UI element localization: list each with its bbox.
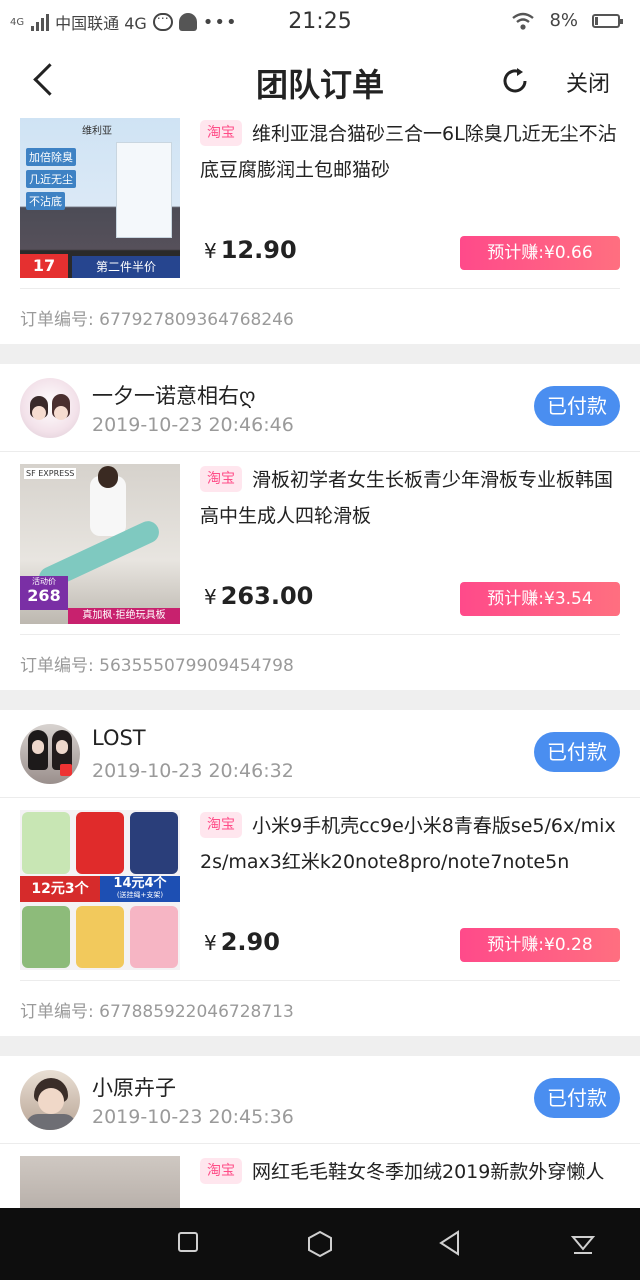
price-value: 2.90: [220, 928, 280, 956]
brand-text: 维利亚: [82, 126, 112, 137]
order-number: 订单编号: 563555079909454798: [20, 656, 294, 676]
avatar: [20, 724, 80, 784]
battery-percent: 8%: [549, 10, 578, 31]
buyer-name: 一夕一诺意相右ღ: [92, 384, 256, 408]
product-image: 维利亚 加倍除臭 几近无尘 不沾底 17 第二件半价: [20, 118, 180, 278]
buyer-row: 一夕一诺意相右ღ 2019-10-23 20:46:46 已付款: [0, 364, 640, 452]
feature-label: 几近无尘: [26, 170, 76, 188]
product-image: SF EXPRESS 活动价 268 真加枫·拒绝玩具板: [20, 464, 180, 624]
wifi-icon: [512, 12, 535, 30]
estimated-earnings-badge: 预计赚:¥0.66: [460, 236, 620, 270]
promo-banner: 第二件半价: [72, 256, 180, 278]
status-badge: 已付款: [534, 386, 620, 426]
promo-price: 17: [20, 254, 68, 278]
order-number-row: 订单编号: 677885922046728713: [20, 980, 620, 1036]
status-badge: 已付款: [534, 732, 620, 772]
promo-banner: 真加枫·拒绝玩具板: [68, 608, 180, 624]
buyer-name: LOST: [92, 726, 146, 750]
page-title: 团队订单: [255, 66, 384, 104]
order-time: 2019-10-23 20:45:36: [92, 1106, 294, 1128]
product-row[interactable]: 维利亚 加倍除臭 几近无尘 不沾底 17 第二件半价 淘宝 维利亚混合猫砂三合一…: [0, 118, 640, 288]
product-price: ¥263.00: [204, 582, 313, 610]
product-title: 维利亚混合猫砂三合一6L除臭几近无尘不沾底豆腐膨润土包邮猫砂: [200, 123, 617, 181]
buyer-row: 小原卉子 2019-10-23 20:45:36 已付款: [0, 1056, 640, 1144]
card-separator: [0, 690, 640, 710]
product-title: 滑板初学者女生长板青少年滑板专业板韩国高中生成人四轮滑板: [200, 469, 614, 527]
notification-pulldown-icon[interactable]: [570, 1230, 596, 1256]
currency-symbol: ¥: [204, 239, 217, 263]
navigation-bar: 团队订单 关闭: [0, 44, 640, 118]
estimated-earnings-badge: 预计赚:¥3.54: [460, 582, 620, 616]
product-image: [20, 1156, 180, 1208]
order-card[interactable]: 维利亚 加倍除臭 几近无尘 不沾底 17 第二件半价 淘宝 维利亚混合猫砂三合一…: [0, 118, 640, 344]
app-screen: 4G 中国联通 4G ••• 21:25 8% 团队订单 关闭: [0, 0, 640, 1280]
status-bar: 4G 中国联通 4G ••• 21:25 8%: [0, 0, 640, 44]
order-number: 订单编号: 677927809364768246: [20, 310, 294, 330]
order-number-row: 订单编号: 563555079909454798: [20, 634, 620, 690]
refresh-icon[interactable]: [498, 64, 532, 98]
price-value: 263.00: [220, 582, 314, 610]
price-value: 12.90: [220, 236, 297, 264]
buyer-name: 小原卉子: [92, 1076, 176, 1100]
avatar: [20, 378, 80, 438]
status-badge: 已付款: [534, 1078, 620, 1118]
promo-label: 12元3个: [20, 876, 100, 902]
system-navigation-bar: [0, 1208, 640, 1280]
card-separator: [0, 344, 640, 364]
product-row[interactable]: SF EXPRESS 活动价 268 真加枫·拒绝玩具板 淘宝 滑板初学者女生长…: [0, 452, 640, 634]
promo-box: 活动价 268: [20, 576, 68, 610]
product-row[interactable]: 12元3个 14元4个 (送挂绳+支架) 淘宝 小米9手机壳cc9e小米8青春版…: [0, 798, 640, 980]
estimated-earnings-badge: 预计赚:¥0.28: [460, 928, 620, 962]
product-price: ¥12.90: [204, 236, 297, 264]
back-nav-icon[interactable]: [438, 1230, 462, 1256]
close-button[interactable]: 关闭: [566, 66, 610, 98]
status-right: 8%: [511, 10, 623, 31]
order-time: 2019-10-23 20:46:32: [92, 760, 294, 782]
card-separator: [0, 1036, 640, 1056]
order-card[interactable]: 小原卉子 2019-10-23 20:45:36 已付款 淘宝 网红毛毛鞋女冬季…: [0, 1056, 640, 1208]
order-number: 订单编号: 677885922046728713: [20, 1002, 294, 1022]
promo-label: 14元4个 (送挂绳+支架): [100, 876, 180, 902]
avatar: [20, 1070, 80, 1130]
product-row[interactable]: 淘宝 网红毛毛鞋女冬季加绒2019新款外穿懒人: [0, 1144, 640, 1208]
sf-badge: SF EXPRESS: [24, 468, 77, 479]
order-card[interactable]: 一夕一诺意相右ღ 2019-10-23 20:46:46 已付款 SF EXPR…: [0, 364, 640, 690]
order-time: 2019-10-23 20:46:46: [92, 414, 294, 436]
order-card[interactable]: LOST 2019-10-23 20:46:32 已付款 12元3个 14元4个…: [0, 710, 640, 1036]
product-image: 12元3个 14元4个 (送挂绳+支架): [20, 810, 180, 970]
order-number-row: 订单编号: 677927809364768246: [20, 288, 620, 344]
buyer-row: LOST 2019-10-23 20:46:32 已付款: [0, 710, 640, 798]
currency-symbol: ¥: [204, 931, 217, 955]
litter-bag: [116, 142, 172, 238]
feature-label: 加倍除臭: [26, 148, 76, 166]
product-price: ¥2.90: [204, 928, 280, 956]
home-icon[interactable]: [306, 1230, 334, 1258]
order-list: 维利亚 加倍除臭 几近无尘 不沾底 17 第二件半价 淘宝 维利亚混合猫砂三合一…: [0, 118, 640, 1208]
feature-label: 不沾底: [26, 192, 65, 210]
product-title: 小米9手机壳cc9e小米8青春版se5/6x/mix2s/max3红米k20no…: [200, 815, 616, 873]
recent-apps-icon[interactable]: [176, 1230, 200, 1254]
currency-symbol: ¥: [204, 585, 217, 609]
product-title: 网红毛毛鞋女冬季加绒2019新款外穿懒人: [252, 1161, 605, 1183]
battery-icon: [592, 13, 623, 28]
